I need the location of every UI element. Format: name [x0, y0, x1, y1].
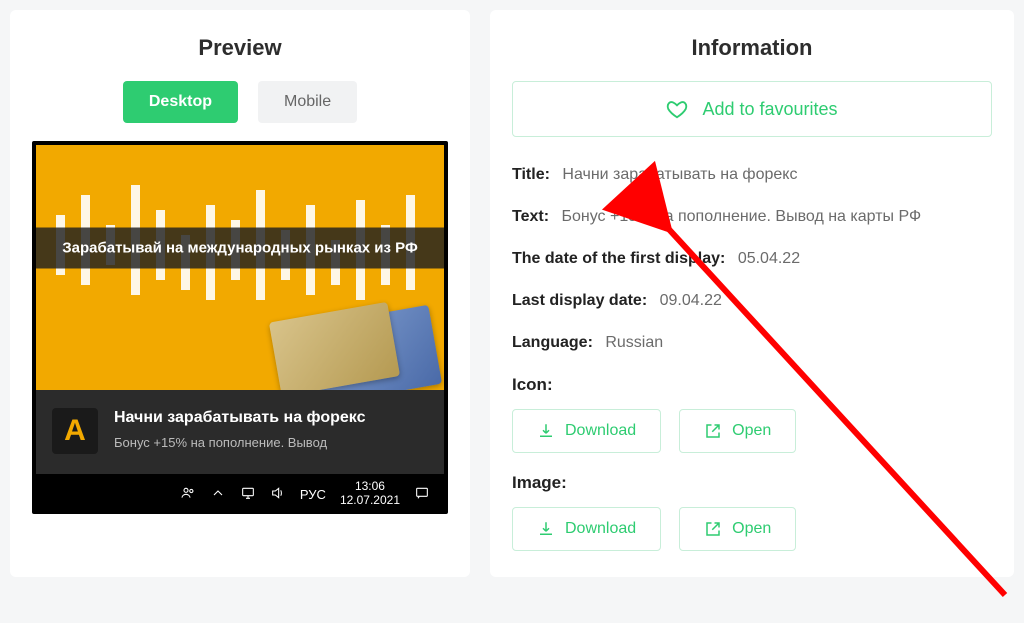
action-center-icon — [414, 485, 430, 504]
notification-desc: Бонус +15% на пополнение. Вывод — [114, 435, 428, 450]
system-tray: РУС 13:06 12.07.2021 — [180, 480, 430, 508]
information-heading: Information — [512, 35, 992, 61]
chevron-up-icon — [210, 485, 226, 504]
taskbar-clock: 13:06 12.07.2021 — [340, 480, 400, 508]
image-download-label: Download — [565, 520, 636, 538]
open-icon — [704, 422, 722, 440]
download-icon — [537, 520, 555, 538]
heart-icon — [666, 98, 688, 120]
info-title-row: Title: Начни зарабатывать на форекс — [512, 163, 992, 187]
preview-tabs: Desktop Mobile — [32, 81, 448, 123]
info-title-label: Title: — [512, 166, 550, 183]
add-to-favourites-button[interactable]: Add to favourites — [512, 81, 992, 137]
taskbar-time: 13:06 — [340, 480, 400, 494]
windows-taskbar: РУС 13:06 12.07.2021 — [36, 474, 444, 514]
icon-open-button[interactable]: Open — [679, 409, 796, 453]
image-download-button[interactable]: Download — [512, 507, 661, 551]
preview-heading: Preview — [32, 35, 448, 61]
info-title-value: Начни зарабатывать на форекс — [562, 166, 797, 183]
image-open-label: Open — [732, 520, 771, 538]
open-icon — [704, 520, 722, 538]
icon-section-label: Icon: — [512, 375, 992, 395]
add-to-favourites-label: Add to favourites — [702, 99, 837, 120]
info-last-display-value: 09.04.22 — [660, 292, 722, 309]
info-text-value: Бонус +15% на пополнение. Вывод на карты… — [562, 208, 922, 225]
info-first-display-row: The date of the first display: 05.04.22 — [512, 247, 992, 271]
icon-download-label: Download — [565, 422, 636, 440]
icon-download-button[interactable]: Download — [512, 409, 661, 453]
volume-icon — [270, 485, 286, 504]
info-last-display-row: Last display date: 09.04.22 — [512, 289, 992, 313]
preview-panel: Preview Desktop Mobile — [10, 10, 470, 577]
info-last-display-label: Last display date: — [512, 292, 647, 309]
info-first-display-label: The date of the first display: — [512, 250, 725, 267]
info-text-row: Text: Бонус +15% на пополнение. Вывод на… — [512, 205, 992, 229]
preview-screenshot: Зарабатывай на международных рынках из Р… — [32, 141, 448, 514]
info-text-label: Text: — [512, 208, 549, 225]
image-open-button[interactable]: Open — [679, 507, 796, 551]
network-icon — [240, 485, 256, 504]
push-notification: A Начни зарабатывать на форекс Бонус +15… — [36, 390, 444, 474]
tab-desktop[interactable]: Desktop — [123, 81, 238, 123]
info-language-value: Russian — [605, 334, 663, 351]
info-first-display-value: 05.04.22 — [738, 250, 800, 267]
taskbar-language: РУС — [300, 487, 326, 502]
icon-open-label: Open — [732, 422, 771, 440]
image-section-label: Image: — [512, 473, 992, 493]
ad-creative: Зарабатывай на международных рынках из Р… — [36, 145, 444, 390]
info-language-label: Language: — [512, 334, 593, 351]
information-panel: Information Add to favourites Title: Нач… — [490, 10, 1014, 577]
taskbar-date: 12.07.2021 — [340, 494, 400, 508]
download-icon — [537, 422, 555, 440]
people-icon — [180, 485, 196, 504]
info-language-row: Language: Russian — [512, 331, 992, 355]
ad-banner-text: Зарабатывай на международных рынках из Р… — [36, 227, 444, 268]
notification-title: Начни зарабатывать на форекс — [114, 408, 428, 429]
notification-app-icon: A — [52, 408, 98, 454]
tab-mobile[interactable]: Mobile — [258, 81, 357, 123]
